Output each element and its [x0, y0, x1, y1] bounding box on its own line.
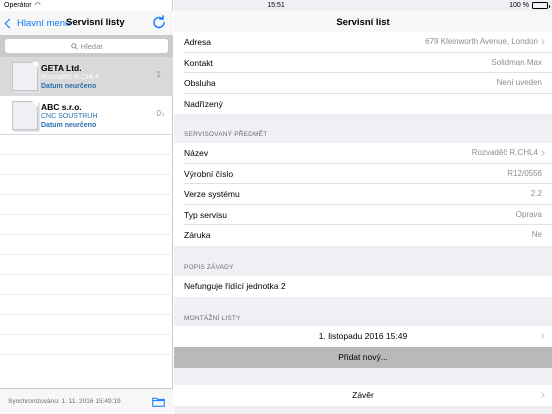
left-navigation-bar: Hlavní menu Servisní listy: [0, 11, 173, 35]
chevron-right-icon: [160, 112, 165, 117]
battery-indicator: 100 %: [509, 0, 550, 11]
serial-number-row[interactable]: Výrobní číslo R12/0556: [174, 163, 552, 184]
detail-pane: Servisní list Adresa 679 Kleinworth Aven…: [174, 0, 552, 414]
list-item[interactable]: ABC s.r.o. CNC SOUSTRUH Datum neurčeno 0: [0, 96, 173, 135]
list-item[interactable]: GETA Ltd. Rozvaděč R.CHL4 Datum neurčeno…: [0, 57, 173, 96]
service-type-row[interactable]: Typ servisu Oprava: [174, 204, 552, 225]
item-customer-name: GETA Ltd.: [41, 63, 82, 73]
fault-section-header: POPIS ZÁVADY: [184, 264, 234, 271]
document-icon: [12, 62, 38, 91]
search-placeholder: Hledat: [80, 41, 103, 51]
add-new-button[interactable]: Přidat nový...: [174, 347, 552, 368]
battery-icon: [532, 2, 550, 9]
folder-icon[interactable]: [152, 397, 165, 407]
document-icon: [12, 101, 38, 130]
search-icon: [70, 42, 78, 50]
refresh-icon[interactable]: [151, 14, 167, 30]
empty-list-rows: [0, 135, 173, 355]
item-date: Datum neurčeno: [41, 121, 97, 129]
clock: 15:51: [267, 2, 285, 9]
service-sheet-list: GETA Ltd. Rozvaděč R.CHL4 Datum neurčeno…: [0, 57, 173, 135]
chevron-right-icon: [539, 150, 545, 156]
back-button[interactable]: Hlavní menu: [4, 15, 70, 31]
item-date: Datum neurčeno: [41, 82, 97, 90]
mount-sheet-row[interactable]: 1. listopadu 2016 15:49: [174, 326, 552, 347]
subject-name-row[interactable]: Název Rozvaděč R.CHL4: [174, 143, 552, 164]
left-toolbar: Synchronizováno: 1. 11. 2016 15:49:19: [0, 388, 173, 414]
item-device: Rozvaděč R.CHL4: [41, 74, 99, 81]
warranty-row[interactable]: Záruka Ne: [174, 225, 552, 246]
operator-row[interactable]: Obsluha Není uveden: [174, 73, 552, 94]
closing-row[interactable]: Závěr: [174, 385, 552, 406]
chevron-right-icon: [539, 39, 545, 45]
sync-status: Synchronizováno: 1. 11. 2016 15:49:19: [8, 398, 121, 405]
system-version-row[interactable]: Verze systému 2.2: [174, 184, 552, 205]
back-button-label: Hlavní menu: [17, 17, 71, 29]
address-row[interactable]: Adresa 679 Kleinworth Avenue, London: [174, 32, 552, 53]
status-bar: Operátor ◠ 15:51 100 %: [0, 0, 552, 11]
subject-section-header: SERVISOVANÝ PŘEDMĚT: [184, 131, 268, 138]
mount-section-header: MONTÁŽNÍ LISTY: [184, 315, 241, 322]
search-input[interactable]: Hledat: [5, 39, 168, 53]
supervisor-row[interactable]: Nadřízený: [174, 93, 552, 114]
list-title: Servisní listy: [66, 17, 125, 28]
item-count: 1: [156, 70, 161, 79]
chevron-left-icon: [4, 18, 15, 28]
detail-title: Servisní list: [336, 17, 390, 28]
search-bar: Hledat: [0, 35, 173, 57]
contact-row[interactable]: Kontakt Solidman Max: [174, 52, 552, 73]
item-customer-name: ABC s.r.o.: [41, 102, 82, 112]
fault-description-row[interactable]: Nefunguje řídící jednotka 2: [174, 276, 552, 297]
master-pane: Hlavní menu Servisní listy Hledat GETA L…: [0, 0, 173, 414]
item-device: CNC SOUSTRUH: [41, 113, 98, 120]
